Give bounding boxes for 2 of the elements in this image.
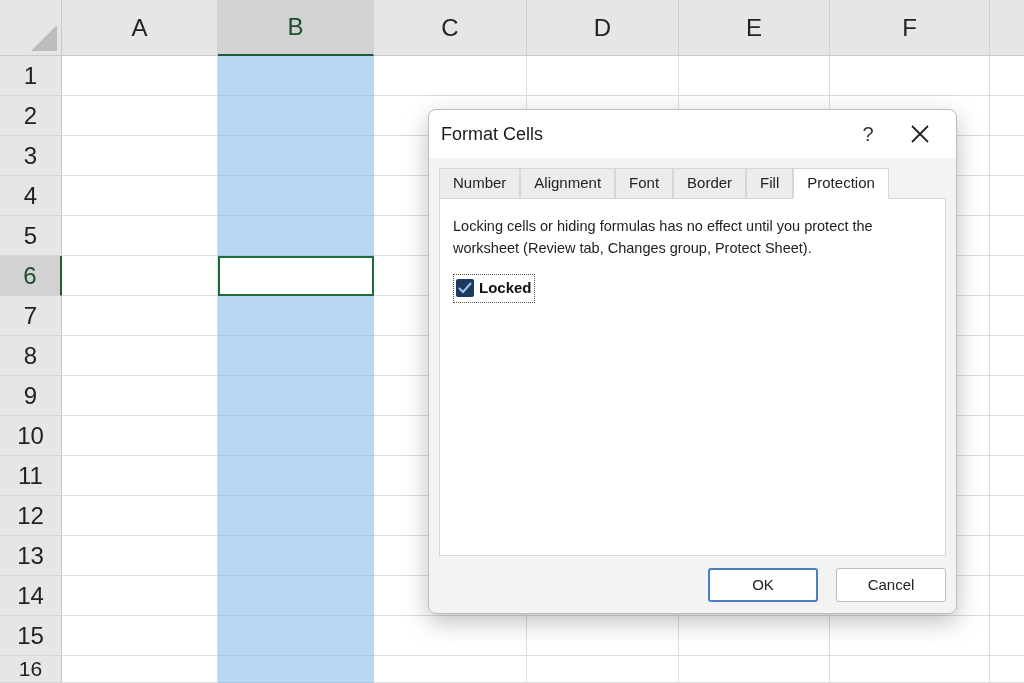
dialog-title: Format Cells: [441, 122, 544, 146]
protection-description: Locking cells or hiding formulas has no effect until you protect the worksheet (Review tab, Changes group, Protect Sheet).: [453, 217, 874, 258]
